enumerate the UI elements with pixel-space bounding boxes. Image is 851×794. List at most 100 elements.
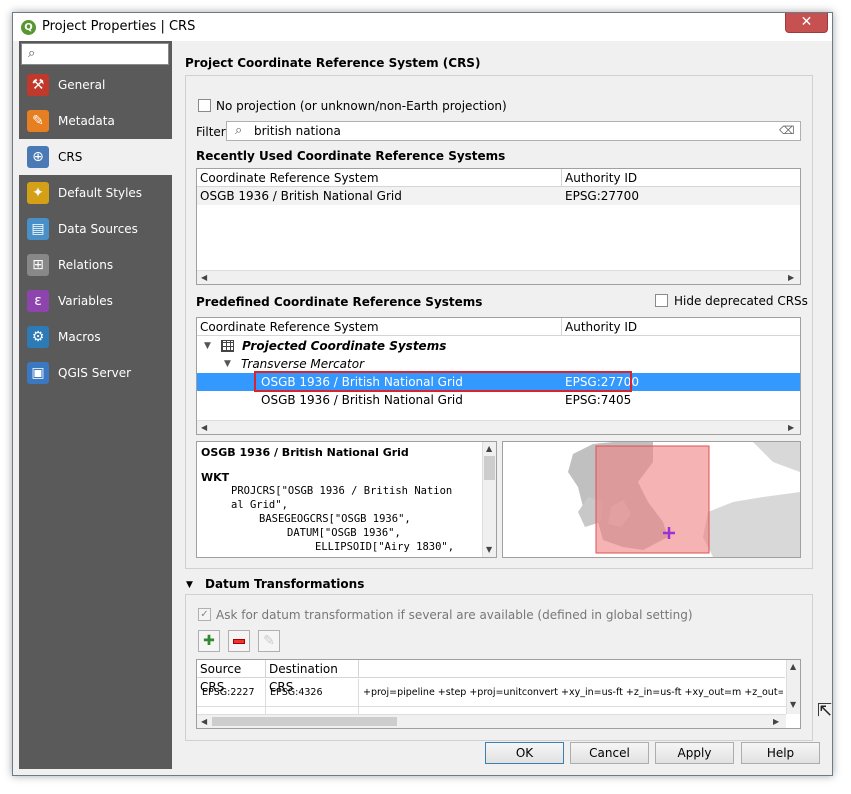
- project-properties-window: Q Project Properties | CRS ✕ ⌕ ⚒ General ✎…: [12, 12, 833, 776]
- no-projection-label: No projection (or unknown/non-Earth proj…: [216, 99, 507, 113]
- recent-col-crs[interactable]: Coordinate Reference System: [197, 169, 562, 187]
- recent-row-name: OSGB 1936 / British National Grid: [200, 189, 402, 203]
- macros-icon: ⚙: [27, 326, 49, 348]
- relations-icon: ⊞: [27, 254, 49, 276]
- map-canvas: [503, 442, 800, 557]
- sidebar-item-data-sources[interactable]: ▤ Data Sources: [19, 211, 172, 247]
- tree-projected-row[interactable]: ▼ Projected Coordinate Systems: [197, 337, 800, 355]
- datum-row-pipeline: +proj=pipeline +step +proj=unitconvert +…: [363, 687, 783, 698]
- sidebar-item-variables[interactable]: ε Variables: [19, 283, 172, 319]
- datum-row-dest: EPSG:4326: [270, 687, 323, 698]
- scroll-right-icon[interactable]: ▶: [788, 273, 794, 282]
- title-bar: Q Project Properties | CRS ✕: [13, 13, 832, 41]
- recent-hscrollbar[interactable]: ◀ ▶: [197, 270, 800, 284]
- predefined-crs-row[interactable]: OSGB 1936 / British National Grid EPSG:7…: [197, 391, 800, 409]
- datum-table: Source CRS Destination CRS EPSG:2227 EPS…: [196, 659, 801, 729]
- globe-icon: ⊕: [27, 146, 49, 168]
- datum-col-source[interactable]: Source CRS: [197, 660, 266, 694]
- scroll-right-icon[interactable]: ▶: [773, 717, 779, 726]
- sidebar-item-label: Relations: [58, 258, 114, 272]
- sidebar-item-qgis-server[interactable]: ▣ QGIS Server: [19, 355, 172, 391]
- crs-section-title: Project Coordinate Reference System (CRS…: [185, 56, 481, 70]
- remove-transformation-button[interactable]: [228, 630, 250, 652]
- datum-col-pipeline: [359, 660, 785, 678]
- scroll-left-icon[interactable]: ◀: [201, 423, 207, 432]
- predefined-hscrollbar[interactable]: ◀ ▶: [197, 420, 800, 434]
- recent-crs-row[interactable]: OSGB 1936 / British National Grid EPSG:2…: [197, 187, 800, 205]
- sidebar-item-label: CRS: [58, 150, 83, 164]
- apply-button[interactable]: Apply: [655, 742, 734, 764]
- datum-title: Datum Transformations: [205, 577, 365, 591]
- sidebar-item-label: Metadata: [58, 114, 115, 128]
- scroll-right-icon[interactable]: ▶: [788, 423, 794, 432]
- crs-extent-map: [502, 441, 801, 558]
- remove-icon: [233, 638, 245, 644]
- row-name: OSGB 1936 / British National Grid: [261, 393, 463, 407]
- clear-filter-icon[interactable]: ⌫: [779, 124, 795, 137]
- document-icon: ✎: [27, 110, 49, 132]
- ask-datum-checkbox[interactable]: ✓: [198, 608, 211, 621]
- scroll-thumb[interactable]: [212, 717, 397, 726]
- sidebar-item-relations[interactable]: ⊞ Relations: [19, 247, 172, 283]
- search-icon: ⌕: [28, 46, 36, 61]
- close-button[interactable]: ✕: [785, 13, 828, 33]
- no-projection-checkbox[interactable]: [198, 99, 211, 112]
- scroll-down-icon[interactable]: ▼: [486, 545, 492, 554]
- help-button[interactable]: Help: [741, 742, 820, 764]
- qgis-server-icon: ▣: [27, 362, 49, 384]
- sidebar-item-label: Data Sources: [58, 222, 138, 236]
- sidebar-item-label: General: [58, 78, 106, 92]
- sidebar-item-label: Default Styles: [58, 186, 143, 200]
- recent-crs-title: Recently Used Coordinate Reference Syste…: [196, 149, 506, 163]
- sidebar-item-macros[interactable]: ⚙ Macros: [19, 319, 172, 355]
- wkt-line: DATUM["OSGB 1936",: [287, 527, 401, 539]
- datum-row[interactable]: EPSG:2227 EPSG:4326 +proj=pipeline +step…: [197, 679, 787, 707]
- highlight-box: [254, 371, 632, 392]
- data-sources-icon: ▤: [27, 218, 49, 240]
- sidebar: ⌕ ⚒ General ✎ Metadata ⊕ CRS ✦ Default Styles ▤ D…: [19, 41, 172, 769]
- sidebar-search-input[interactable]: ⌕: [21, 43, 169, 65]
- scroll-thumb[interactable]: [484, 456, 495, 480]
- wkt-label: WKT: [201, 471, 230, 484]
- scroll-up-icon[interactable]: ▲: [486, 444, 492, 453]
- sidebar-item-general[interactable]: ⚒ General: [19, 67, 172, 103]
- scroll-down-icon[interactable]: ▼: [790, 700, 796, 709]
- sidebar-item-label: Variables: [58, 294, 113, 308]
- scroll-left-icon[interactable]: ◀: [201, 717, 207, 726]
- crs-details-panel: OSGB 1936 / British National Grid WKT PR…: [196, 441, 497, 558]
- scroll-up-icon[interactable]: ▲: [790, 662, 796, 671]
- recent-col-authority[interactable]: Authority ID: [562, 169, 800, 187]
- filter-input[interactable]: ⌕ british nationa ⌫: [226, 121, 801, 141]
- filter-search-icon: ⌕: [235, 123, 243, 138]
- window-title: Project Properties | CRS: [42, 19, 196, 34]
- hide-deprecated-checkbox[interactable]: [655, 294, 668, 307]
- tree-projected-label: Projected Coordinate Systems: [242, 339, 447, 353]
- hide-deprecated-label: Hide deprecated CRSs: [674, 294, 808, 308]
- predefined-crs-table: Coordinate Reference System Authority ID…: [196, 317, 801, 435]
- add-transformation-button[interactable]: ✚: [198, 630, 220, 652]
- mouse-cursor-icon: ⇱: [817, 700, 833, 721]
- sidebar-item-metadata[interactable]: ✎ Metadata: [19, 103, 172, 139]
- predefined-col-crs[interactable]: Coordinate Reference System: [197, 318, 562, 336]
- scroll-left-icon[interactable]: ◀: [201, 273, 207, 282]
- recent-row-auth: EPSG:27700: [565, 189, 639, 203]
- expand-arrow-icon[interactable]: ▼: [224, 355, 231, 373]
- filter-value: british nationa: [254, 124, 341, 138]
- paint-brush-icon: ✦: [27, 182, 49, 204]
- cancel-button[interactable]: Cancel: [570, 742, 649, 764]
- ask-datum-label: Ask for datum transformation if several …: [216, 608, 693, 622]
- details-vscrollbar[interactable]: ▲ ▼: [482, 442, 496, 557]
- datum-vscrollbar[interactable]: ▲ ▼: [786, 660, 800, 714]
- collapse-arrow-icon[interactable]: ▼: [186, 580, 193, 590]
- sidebar-item-default-styles[interactable]: ✦ Default Styles: [19, 175, 172, 211]
- wkt-line: BASEGEOGCRS["OSGB 1936",: [259, 513, 411, 525]
- sidebar-item-crs[interactable]: ⊕ CRS: [19, 139, 172, 175]
- sidebar-item-label: QGIS Server: [58, 366, 132, 380]
- wkt-line: PROJCRS["OSGB 1936 / British Nation: [231, 485, 453, 497]
- datum-hscrollbar[interactable]: ◀ ▶: [197, 714, 786, 728]
- expand-arrow-icon[interactable]: ▼: [204, 337, 211, 355]
- datum-col-dest[interactable]: Destination CRS: [266, 660, 359, 694]
- edit-transformation-button[interactable]: ✎: [258, 630, 280, 652]
- ok-button[interactable]: OK: [485, 742, 564, 764]
- predefined-col-authority[interactable]: Authority ID: [562, 318, 800, 336]
